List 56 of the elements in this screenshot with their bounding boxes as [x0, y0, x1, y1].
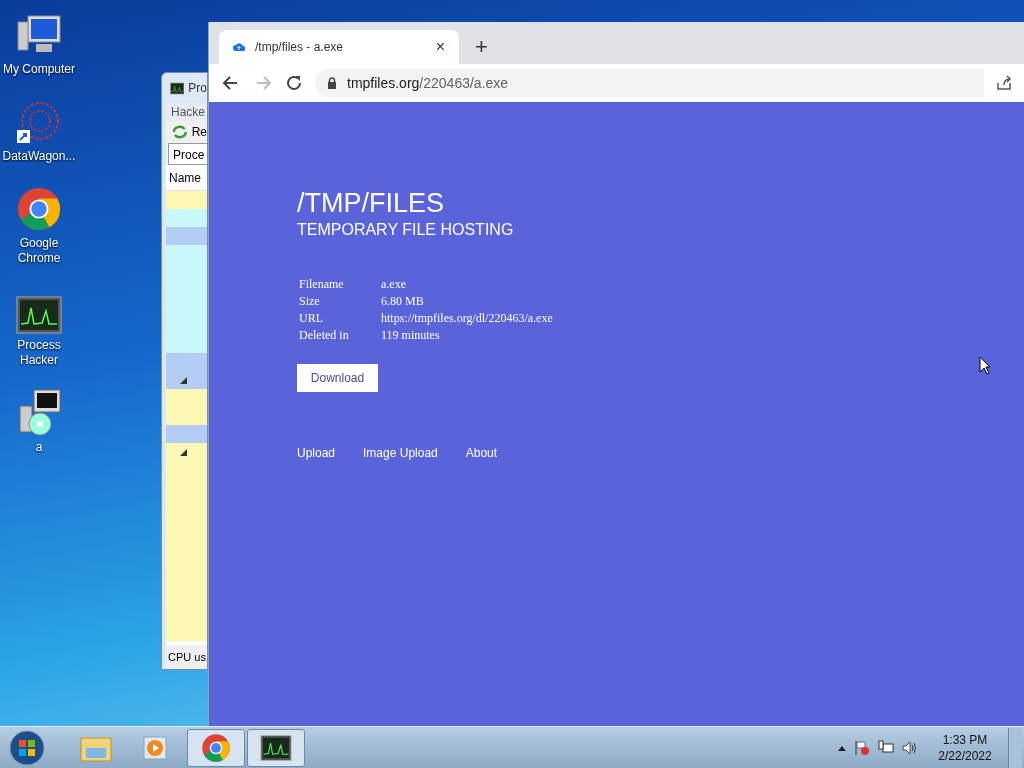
installer-icon [16, 388, 62, 436]
browser-tab[interactable]: /tmp/files - a.exe × [219, 30, 459, 64]
desktop-icon-label[interactable]: My Computer [3, 62, 75, 77]
menu-item[interactable]: Hacke [166, 103, 207, 121]
clock-date[interactable]: 2/22/2022 [938, 747, 992, 764]
desktop-icon-label[interactable]: DataWagon... [2, 149, 76, 164]
refresh-button[interactable]: Re [191, 123, 207, 141]
process-row[interactable] [166, 371, 207, 389]
play-icon [142, 733, 170, 762]
web-shortcut-icon [16, 99, 62, 145]
app-icon [170, 81, 185, 95]
volume-icon[interactable] [902, 739, 918, 756]
download-button[interactable]: Download [297, 364, 378, 392]
show-hidden-icons-icon[interactable] [838, 744, 846, 751]
start-button[interactable] [9, 729, 45, 766]
info-label: Filename [299, 276, 345, 293]
info-label: Deleted in [299, 327, 350, 344]
info-value: https://tmpfiles.org/dl/220463/a.exe [381, 310, 553, 327]
taskbar-button[interactable] [247, 728, 305, 767]
nav-link[interactable]: About [465, 444, 498, 462]
graph-monitor-icon [16, 296, 62, 334]
chrome-icon [201, 732, 231, 763]
cloud-upload-icon [233, 42, 245, 52]
tab-close-button[interactable]: × [435, 39, 445, 55]
info-label: URL [299, 310, 324, 327]
address-bar[interactable]: tmpfiles.org/220463/a.exe [315, 69, 984, 97]
url-text: tmpfiles.org/220463/a.exe [347, 73, 509, 93]
graph-monitor-icon [260, 734, 292, 761]
desktop-icon-label[interactable]: Google Chrome [0, 236, 78, 266]
site-title: /TMP/FILES [297, 188, 446, 218]
share-icon[interactable] [996, 75, 1012, 91]
refresh-icon [172, 125, 188, 139]
processes-tab[interactable]: Proce [168, 143, 207, 165]
site-subtitle: TEMPORARY FILE HOSTING [297, 220, 515, 240]
clock-time[interactable]: 1:33 PM [942, 731, 988, 748]
expanded-arrow-icon [180, 376, 187, 384]
info-label: Size [299, 293, 321, 310]
reload-icon[interactable] [285, 74, 303, 92]
show-desktop-button[interactable] [1008, 727, 1022, 768]
info-value: a.exe [381, 276, 407, 293]
expanded-arrow-icon [180, 448, 187, 456]
info-value: 119 minutes [381, 327, 441, 344]
info-value: 6.80 MB [381, 293, 425, 310]
process-row[interactable] [166, 443, 207, 461]
nav-link[interactable]: Upload [297, 444, 336, 462]
chrome-icon [16, 186, 62, 232]
new-tab-button[interactable]: + [469, 30, 494, 64]
desktop-icon-label[interactable]: a [35, 440, 43, 455]
desktop-icon-label[interactable]: Process Hacker [0, 338, 78, 368]
tab-title: /tmp/files - a.exe [255, 39, 345, 56]
window-title: Pro [188, 80, 207, 97]
network-icon[interactable] [878, 739, 894, 756]
lock-icon [327, 77, 337, 89]
flag-error-icon[interactable] [854, 739, 870, 756]
nav-link[interactable]: Image Upload [363, 444, 438, 462]
mouse-cursor-icon [979, 356, 991, 375]
